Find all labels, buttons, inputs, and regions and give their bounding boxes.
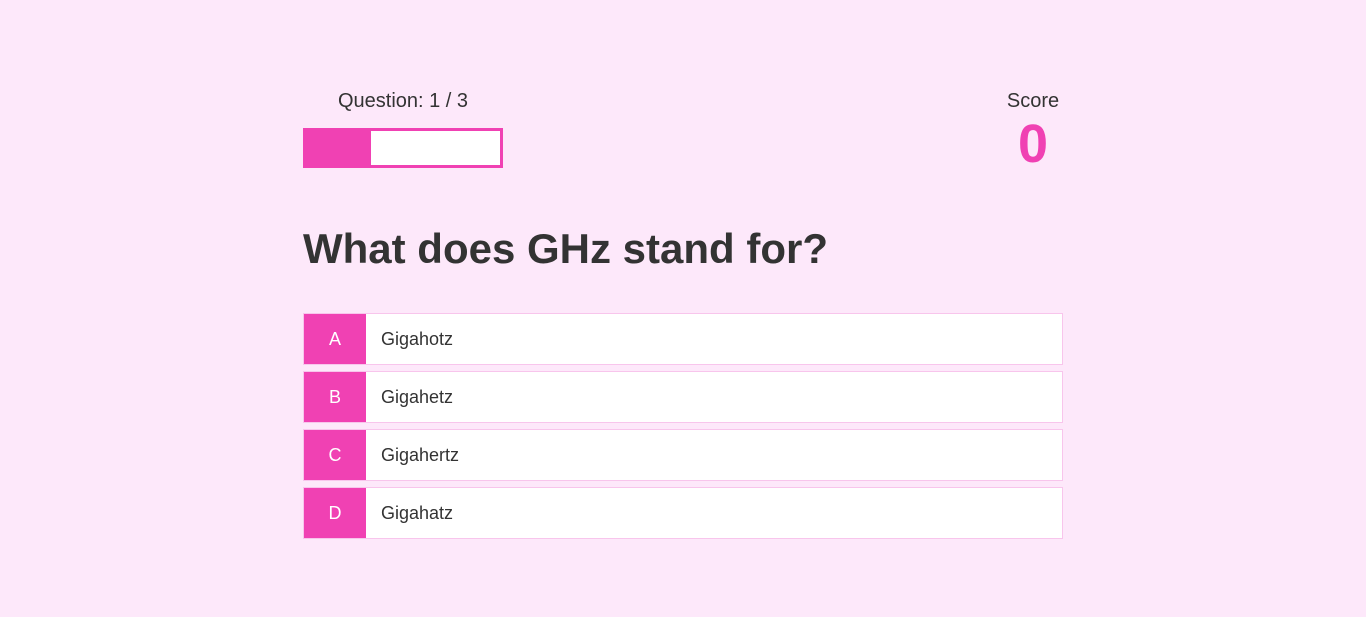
progress-section: Question: 1 / 3: [303, 88, 503, 168]
choice-d[interactable]: D Gigahatz: [303, 487, 1063, 539]
score-section: Score 0: [1003, 88, 1063, 174]
score-label: Score: [1006, 90, 1060, 112]
hud: Question: 1 / 3 Score 0: [303, 88, 1063, 178]
choice-prefix: D: [304, 488, 366, 538]
choice-a[interactable]: A Gigahotz: [303, 313, 1063, 365]
choice-text[interactable]: Gigahetz: [366, 372, 1062, 422]
choices-list: A Gigahotz B Gigahetz C Gigahertz D Giga…: [303, 313, 1063, 545]
progress-bar-fill: [306, 131, 371, 165]
score-value: 0: [1017, 114, 1049, 174]
progress-bar: [303, 128, 503, 168]
quiz-container: Question: 1 / 3 Score 0 What does GHz st…: [303, 0, 1063, 617]
choice-prefix: A: [304, 314, 366, 364]
choice-prefix: C: [304, 430, 366, 480]
choice-text[interactable]: Gigahotz: [366, 314, 1062, 364]
question-text: What does GHz stand for?: [303, 225, 828, 272]
choice-prefix: B: [304, 372, 366, 422]
choice-c[interactable]: C Gigahertz: [303, 429, 1063, 481]
choice-text[interactable]: Gigahertz: [366, 430, 1062, 480]
choice-text[interactable]: Gigahatz: [366, 488, 1062, 538]
progress-text: Question: 1 / 3: [337, 90, 469, 112]
choice-b[interactable]: B Gigahetz: [303, 371, 1063, 423]
